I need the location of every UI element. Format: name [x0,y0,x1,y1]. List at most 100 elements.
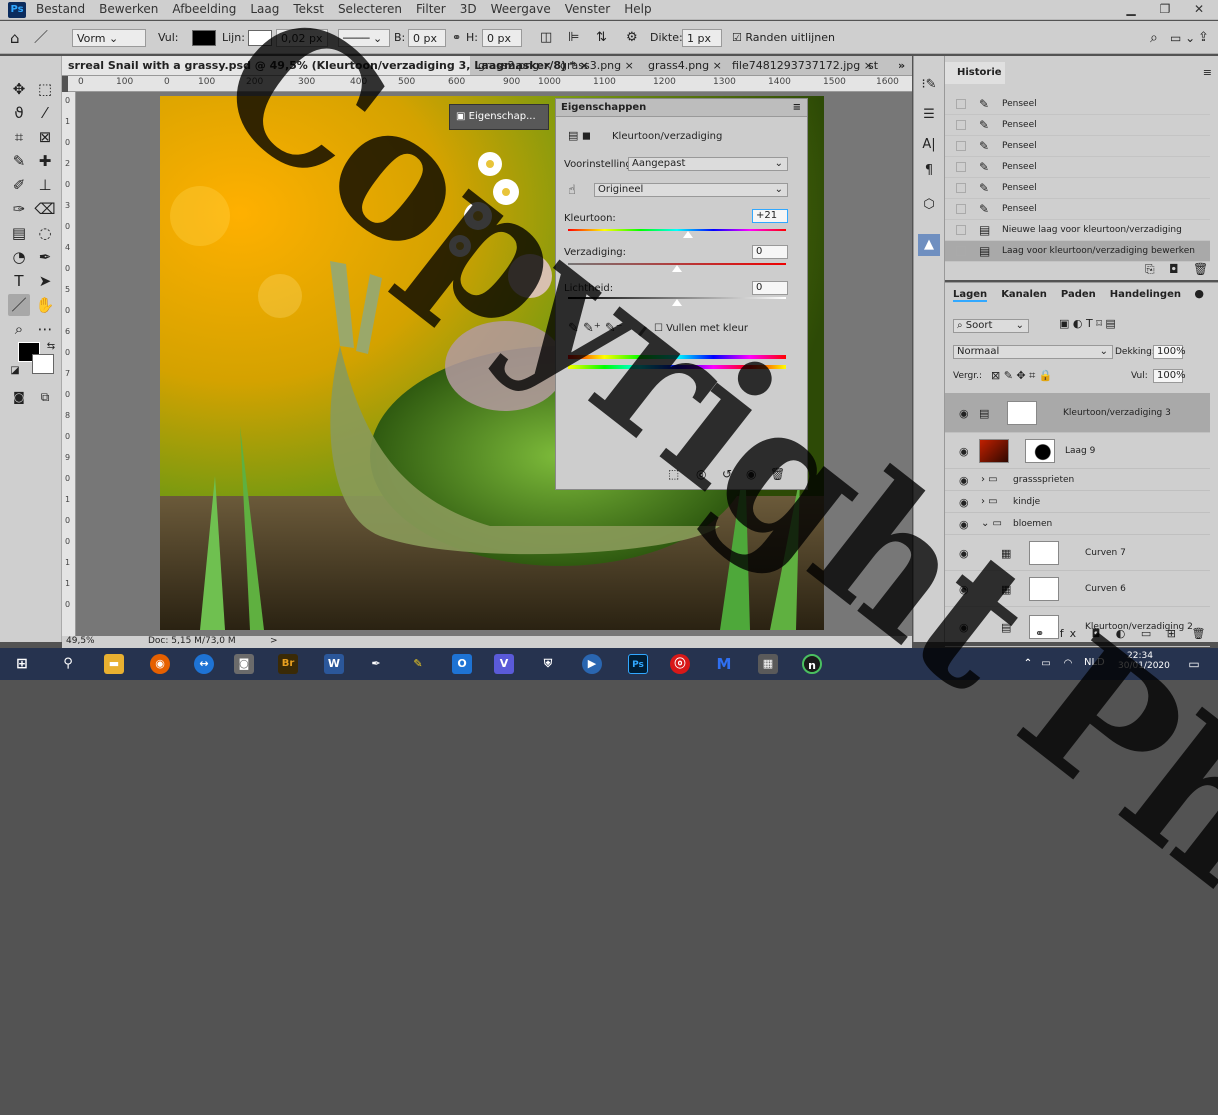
targeted-adjust-icon[interactable]: ☝ [568,183,576,198]
history-tab[interactable]: Historie [945,62,1005,84]
menu-item-tekst[interactable]: Tekst [293,2,324,16]
history-item[interactable]: ✎ Penseel [945,199,1210,220]
height-field[interactable]: 0 px [482,29,522,47]
layer-name[interactable]: grasssprieten [1013,475,1074,485]
history-brush-icon[interactable]: ✑ [8,198,30,220]
layer-row[interactable]: ◉ ▤ Kleurtoon/verzadiging 3 [945,393,1210,433]
eyedropper-icons[interactable]: ✎ ✎⁺ ✎⁻ [568,321,623,336]
history-checkbox[interactable] [956,225,966,235]
fill-swatch[interactable] [192,30,216,46]
default-colors-icon[interactable]: ◪ [4,360,26,382]
panel-menu-icon[interactable]: ● [1194,287,1204,300]
creative-cloud-icon[interactable]: ⓞ [670,654,690,674]
history-checkbox[interactable] [956,120,966,130]
crop-tool-icon[interactable]: ⌗ [8,126,30,148]
wifi-icon[interactable]: ◠ [1058,654,1078,674]
eye-icon[interactable]: ◉ [959,407,969,420]
clock[interactable]: 22:34 30/01/2020 [1118,651,1170,671]
tab-grass3[interactable]: grass3.png × [554,56,640,75]
history-checkbox[interactable] [956,183,966,193]
folder-icon[interactable]: › ▭ [981,496,998,507]
tab-file-jpg[interactable]: file7481293737172.jpg × [726,56,879,75]
close-icon[interactable]: ✕ [1186,0,1212,18]
tab-st[interactable]: st [862,56,884,75]
channel-select[interactable]: Origineel ⌄ [594,183,788,197]
security-icon[interactable]: ⛨ [538,654,558,674]
saturation-slider-thumb[interactable] [672,265,682,272]
hand-tool-icon[interactable]: ✋ [34,294,56,316]
frame-tool-icon[interactable]: ⊠ [34,126,56,148]
file-explorer-icon[interactable]: ▬ [104,654,124,674]
hue-field[interactable]: +21 [752,209,788,223]
search-icon[interactable]: ⚲ [58,654,78,674]
calculator-icon[interactable]: ▦ [758,654,778,674]
align-icon[interactable]: ⊫ [568,29,579,47]
3d-icon[interactable]: ⬡ [918,194,940,216]
menu-item-filter[interactable]: Filter [416,2,446,16]
history-item[interactable]: ▤ Laag voor kleurtoon/verzadiging bewerke… [945,241,1210,262]
outlook-icon[interactable]: O [452,654,472,674]
history-checkbox[interactable] [956,246,966,256]
history-item[interactable]: ✎ Penseel [945,115,1210,136]
type-tool-icon[interactable]: T [8,270,30,292]
history-item[interactable]: ✎ Penseel [945,136,1210,157]
tab-handelingen[interactable]: Handelingen [1110,289,1181,302]
tray-chevron-icon[interactable]: ⌃ [1018,654,1038,674]
line-tool-icon[interactable]: ／ [34,29,48,47]
thickness-field[interactable]: 1 px [682,29,722,47]
app-n-icon[interactable]: n [802,654,822,674]
camera-icon[interactable]: ◘ [1169,262,1179,276]
trash-icon[interactable]: 🗑 [1193,262,1208,276]
layer-row[interactable]: ◉ ▦ Curven 7 [945,535,1210,571]
view-previous-icon[interactable]: ◎ [696,467,706,481]
word-icon[interactable]: W [324,654,344,674]
visibility-icon[interactable]: ◉ [746,467,756,481]
zoom-tool-icon[interactable]: ⌕ [8,318,30,340]
fill-field[interactable]: 100% [1153,369,1186,383]
tab-grass4[interactable]: grass4.png × [642,56,728,75]
layer-row[interactable]: ◉ › ▭ grasssprieten [945,469,1210,491]
hue-slider-thumb[interactable] [682,231,693,238]
network-icon[interactable]: ▭ [1036,654,1056,674]
panel-menu-icon[interactable]: ≡ [793,99,801,117]
tab-kanalen[interactable]: Kanalen [1001,289,1047,302]
firefox-icon[interactable]: ◉ [150,654,170,674]
layer-name[interactable]: Laag 9 [1065,446,1095,456]
history-item[interactable]: ✎ Penseel [945,94,1210,115]
menu-item-afbeelding[interactable]: Afbeelding [172,2,236,16]
hue-slider-track[interactable] [568,229,786,231]
folder-icon[interactable]: ⌄ ▭ [981,518,1002,529]
menu-item-selecteren[interactable]: Selecteren [338,2,402,16]
magic-wand-tool-icon[interactable]: ⁄ [34,102,56,124]
filter-icons[interactable]: ▣ ◐ T ⌑ ▤ [1059,317,1116,330]
eye-icon[interactable]: ◉ [959,518,969,531]
history-item[interactable]: ▤ Nieuwe laag voor kleurtoon/verzadiging [945,220,1210,241]
menu-item-help[interactable]: Help [624,2,651,16]
tabs-overflow-icon[interactable]: » [892,56,911,75]
malwarebytes-icon[interactable]: M [714,654,734,674]
bridge-icon[interactable]: Br [278,654,298,674]
line-tool-active-icon[interactable]: ／ [8,294,30,316]
libraries-icon[interactable]: ▲ [918,234,940,256]
layer-filter-select[interactable]: ⌕ Soort ⌄ [953,319,1029,333]
preset-select[interactable]: Aangepast ⌄ [628,157,788,171]
colorize-checkbox[interactable]: ☐ Vullen met kleur [654,323,748,334]
paragraph-icon[interactable]: ¶ [918,160,940,182]
eye-icon[interactable]: ◉ [959,547,969,560]
saturation-field[interactable]: 0 [752,245,788,259]
history-checkbox[interactable] [956,204,966,214]
stamp-tool-icon[interactable]: ⊥ [34,174,56,196]
menu-item-bewerken[interactable]: Bewerken [99,2,158,16]
tab-paden[interactable]: Paden [1061,289,1096,302]
eye-icon[interactable]: ◉ [959,583,969,596]
history-item[interactable]: ✎ Penseel [945,157,1210,178]
blur-tool-icon[interactable]: ◌ [34,222,56,244]
healing-tool-icon[interactable]: ✚ [34,150,56,172]
dodge-tool-icon[interactable]: ◔ [8,246,30,268]
swap-colors-icon[interactable]: ⇆ [40,336,62,358]
layer-name[interactable]: Curven 6 [1085,584,1126,594]
path-ops-icon[interactable]: ◫ [540,29,552,47]
mode-select[interactable]: Vorm ⌄ [72,29,146,47]
minimize-icon[interactable]: ▁ [1118,0,1144,18]
tab-document-main[interactable]: srreal Snail with a grassy.psd @ 49,5% (… [62,56,589,75]
